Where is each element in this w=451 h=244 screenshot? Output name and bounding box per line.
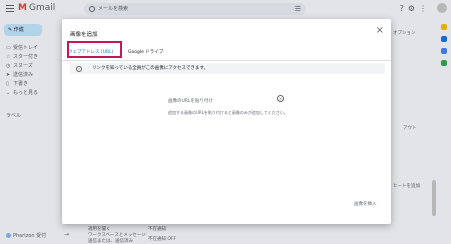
url-hint: 追加する画像のURLを貼り付けると画像のみが追加してください。 <box>168 110 288 115</box>
info-banner: i リンクを知っている全員がこの画像にアクセスできます。 <box>70 63 385 74</box>
info-text: リンクを知っている全員がこの画像にアクセスできます。 <box>92 66 209 71</box>
close-icon[interactable]: × <box>376 26 384 36</box>
info-icon: i <box>76 66 82 72</box>
tab-google-drive[interactable]: Google ドライブ <box>128 49 163 55</box>
insert-button[interactable]: 画像を挿入 <box>354 201 377 207</box>
url-input[interactable]: 画像のURLを貼り付け <box>168 98 213 104</box>
clear-icon[interactable]: × <box>277 95 284 102</box>
dialog-title: 画像を追加 <box>70 32 98 38</box>
tab-highlight-box <box>67 41 122 58</box>
